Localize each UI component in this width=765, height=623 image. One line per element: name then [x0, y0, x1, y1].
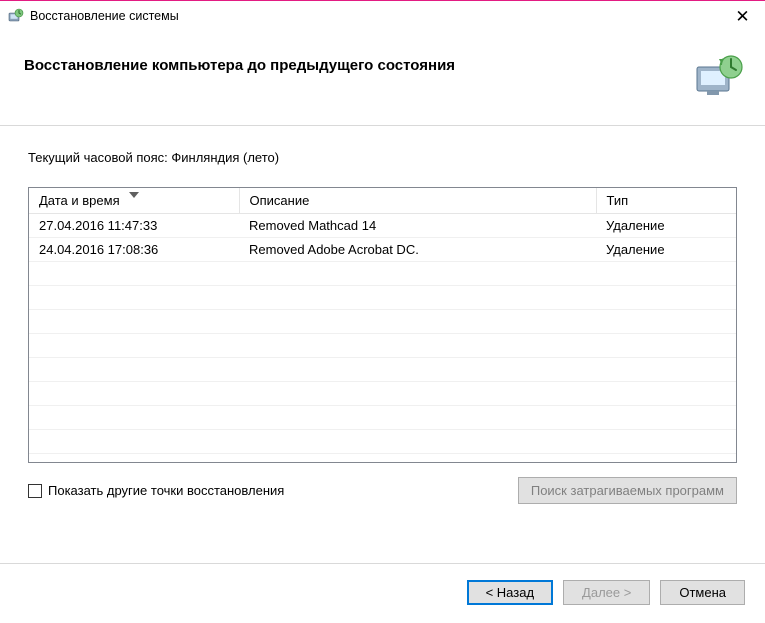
- cancel-button[interactable]: Отмена: [660, 580, 745, 605]
- cell-description: Removed Mathcad 14: [239, 214, 596, 238]
- system-restore-window: Восстановление системы ✕ Восстановление …: [0, 0, 765, 623]
- show-more-checkbox-label: Показать другие точки восстановления: [48, 483, 284, 498]
- next-button[interactable]: Далее >: [563, 580, 650, 605]
- table-row-empty: .: [29, 286, 736, 310]
- column-header-description-label: Описание: [250, 193, 310, 208]
- table-row-empty: .: [29, 406, 736, 430]
- scan-affected-programs-button[interactable]: Поиск затрагиваемых программ: [518, 477, 737, 504]
- close-icon: ✕: [735, 8, 749, 25]
- restore-points-table[interactable]: Дата и время Описание Тип 27.04.2016 11:…: [28, 187, 737, 463]
- table-row-empty: .: [29, 334, 736, 358]
- show-more-checkbox[interactable]: [28, 484, 42, 498]
- footer: < Назад Далее > Отмена: [0, 563, 765, 623]
- sort-descending-icon: [129, 187, 139, 201]
- table-row-empty: .: [29, 310, 736, 334]
- cell-date: 24.04.2016 17:08:36: [29, 238, 239, 262]
- cell-date: 27.04.2016 11:47:33: [29, 214, 239, 238]
- back-button[interactable]: < Назад: [467, 580, 553, 605]
- timezone-label: Текущий часовой пояс: Финляндия (лето): [28, 150, 737, 165]
- table-row[interactable]: 27.04.2016 11:47:33 Removed Mathcad 14 У…: [29, 214, 736, 238]
- table-row-empty: .: [29, 430, 736, 454]
- table-header-row: Дата и время Описание Тип: [29, 188, 736, 214]
- restore-large-icon: [693, 51, 745, 103]
- show-more-checkbox-row[interactable]: Показать другие точки восстановления: [28, 483, 284, 498]
- column-header-date[interactable]: Дата и время: [29, 188, 239, 214]
- titlebar: Восстановление системы ✕: [0, 1, 765, 31]
- table-row[interactable]: 24.04.2016 17:08:36 Removed Adobe Acroba…: [29, 238, 736, 262]
- column-header-type-label: Тип: [607, 193, 629, 208]
- cell-type: Удаление: [596, 214, 736, 238]
- column-header-description[interactable]: Описание: [239, 188, 596, 214]
- page-heading: Восстановление компьютера до предыдущего…: [24, 57, 681, 74]
- cell-type: Удаление: [596, 238, 736, 262]
- below-table-row: Показать другие точки восстановления Пои…: [28, 477, 737, 504]
- cell-description: Removed Adobe Acrobat DC.: [239, 238, 596, 262]
- column-header-date-label: Дата и время: [39, 193, 120, 208]
- table-row-empty: .: [29, 382, 736, 406]
- table-row-empty: .: [29, 358, 736, 382]
- body: Текущий часовой пояс: Финляндия (лето) Д…: [0, 126, 765, 563]
- column-header-type[interactable]: Тип: [596, 188, 736, 214]
- table-row-empty: .: [29, 262, 736, 286]
- close-button[interactable]: ✕: [720, 1, 765, 31]
- window-title: Восстановление системы: [30, 9, 720, 23]
- header-band: Восстановление компьютера до предыдущего…: [0, 31, 765, 126]
- system-restore-icon: [8, 8, 24, 24]
